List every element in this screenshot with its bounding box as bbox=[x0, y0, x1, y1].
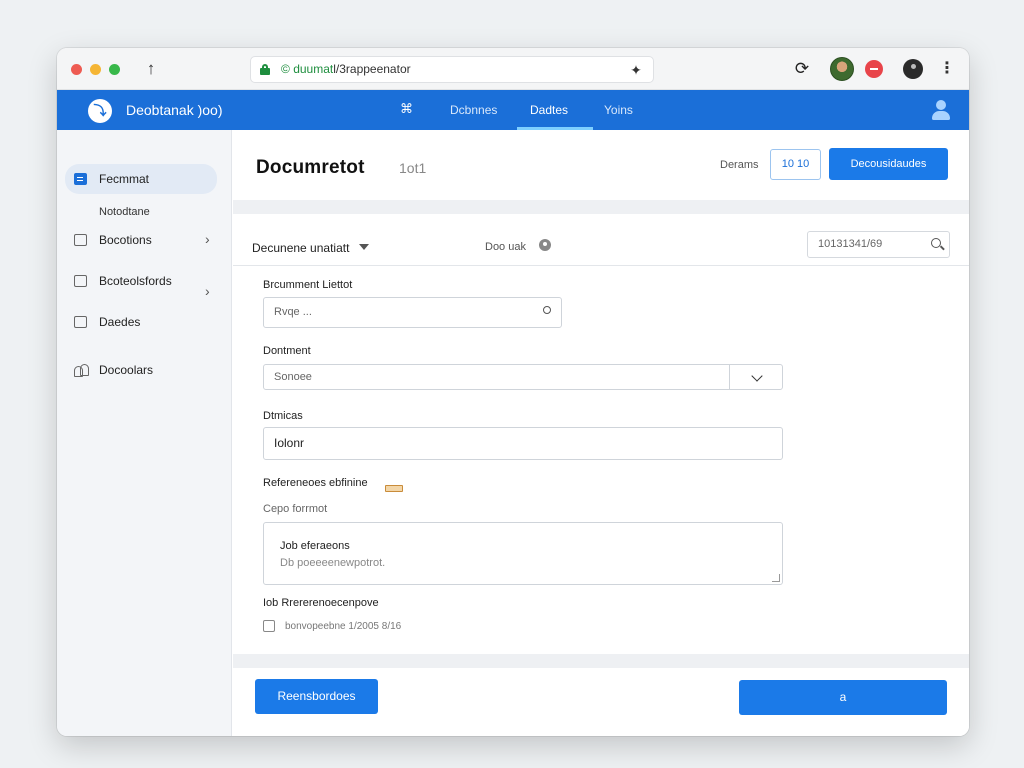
caret-down-icon[interactable] bbox=[359, 244, 369, 250]
profile-avatar[interactable] bbox=[830, 57, 854, 81]
image-icon bbox=[74, 275, 87, 287]
browser-menu-icon[interactable]: ⋮ bbox=[939, 58, 955, 80]
header-link[interactable]: Derams bbox=[720, 159, 759, 171]
sidebar-item-bcoteolsfords[interactable]: Bcoteolsfords bbox=[65, 266, 217, 296]
browser-toolbar: ↑ © duumatl/3rappeenator ✦ ⟳ ⋮ bbox=[57, 48, 969, 90]
sidebar-item-bocotions[interactable]: Bocotions bbox=[65, 225, 217, 255]
chevron-down-icon[interactable] bbox=[729, 365, 782, 389]
references-label: Refereneoes ebfinine bbox=[263, 477, 403, 492]
sidebar-item-fecmmat[interactable]: Fecmmat bbox=[65, 164, 217, 194]
primary-footer-button[interactable]: а bbox=[739, 680, 947, 715]
field1-input[interactable]: Rvqe ... bbox=[263, 297, 562, 328]
lock-icon bbox=[260, 64, 270, 75]
sidebar-item-label: Fecmmat bbox=[99, 172, 150, 186]
chevron-right-icon[interactable]: › bbox=[205, 231, 210, 247]
sidebar-item-daedes[interactable]: Daedes bbox=[65, 307, 217, 337]
page-count: 1ot1 bbox=[399, 160, 427, 176]
box-icon bbox=[74, 234, 87, 246]
url-host: duumat bbox=[293, 62, 334, 76]
separator-band bbox=[233, 200, 969, 214]
option-label: Iob Rrererenoecenpove bbox=[263, 597, 379, 609]
browser-window: ↑ © duumatl/3rappeenator ✦ ⟳ ⋮ ⤵ Deobtan… bbox=[57, 48, 969, 736]
back-arrow-icon[interactable]: ↑ bbox=[141, 59, 161, 79]
footer-band bbox=[233, 654, 969, 668]
address-bar[interactable]: © duumatl/3rappeenator ✦ bbox=[250, 56, 654, 83]
field1-value: Rvqe ... bbox=[274, 306, 312, 318]
field2-select[interactable]: Sonoee bbox=[263, 364, 783, 390]
document-form: Brcumment Liettot Rvqe ... Dontment Sono… bbox=[233, 267, 969, 652]
close-window-button[interactable] bbox=[71, 64, 82, 75]
sidebar-item-docoolars[interactable]: Docoolars bbox=[65, 355, 217, 385]
bookmark-star-icon[interactable]: ✦ bbox=[627, 61, 645, 79]
minimize-window-button[interactable] bbox=[90, 64, 101, 75]
primary-action-button[interactable]: Decousidaudes bbox=[829, 148, 948, 180]
page-title: Documretot bbox=[256, 157, 365, 178]
footer-actions: Reensbordoes а bbox=[233, 668, 969, 736]
search-icon[interactable] bbox=[931, 238, 941, 248]
sidebar-item-label: Docoolars bbox=[99, 363, 154, 377]
maximize-window-button[interactable] bbox=[109, 64, 120, 75]
sidebar-item-label: Bocotions bbox=[99, 233, 152, 247]
field3-value: Iolonr bbox=[274, 436, 305, 450]
chevron-right-icon[interactable]: › bbox=[205, 283, 210, 299]
app-header: ⤵ Deobtanak )oo) ⌘ Dcbnnes Dadtes Yoins bbox=[57, 90, 969, 130]
people-icon bbox=[74, 364, 89, 377]
app-title[interactable]: Deobtanak )oo) bbox=[126, 102, 223, 118]
field2-label: Dontment bbox=[263, 345, 311, 357]
field3-label: Dtmicas bbox=[263, 410, 303, 422]
checkbox-label: bonvopeebne 1/2005 8/16 bbox=[285, 621, 402, 632]
status-text: Doo uak bbox=[485, 241, 526, 253]
account-icon[interactable] bbox=[903, 59, 923, 79]
nav-item-2[interactable]: Dadtes bbox=[530, 103, 568, 117]
sidebar-item-label: Bcoteolsfords bbox=[99, 274, 172, 288]
outline-button[interactable]: 10 10 bbox=[770, 149, 821, 180]
user-icon[interactable] bbox=[930, 99, 952, 121]
app-logo-icon[interactable]: ⤵ bbox=[88, 99, 112, 123]
main-content: Documretot 1ot1 Derams 10 10 Decousidaud… bbox=[233, 130, 969, 736]
record-icon[interactable] bbox=[865, 60, 883, 78]
sidebar-sub-label[interactable]: Notodtane bbox=[99, 206, 150, 218]
page-header: Documretot 1ot1 Derams 10 10 Decousidaud… bbox=[233, 130, 969, 200]
extensions-icon[interactable]: ⟳ bbox=[791, 58, 813, 80]
field3-input[interactable]: Iolonr bbox=[263, 427, 783, 460]
document-select[interactable]: Decunene unatiatt bbox=[252, 241, 349, 255]
url-prefix: © bbox=[281, 62, 294, 76]
textarea-line-2: Db poeeeenewpotrot. bbox=[280, 557, 386, 569]
references-textarea[interactable]: Job eferaeons Db poeeeenewpotrot. bbox=[263, 522, 783, 585]
nav-item-3[interactable]: Yoins bbox=[604, 103, 633, 117]
textarea-line-1: Job eferaeons bbox=[280, 540, 350, 552]
document-icon bbox=[74, 173, 87, 185]
sidebar-item-label: Daedes bbox=[99, 315, 141, 329]
document-toolbar: Decunene unatiatt Doo uak 10131341/69 bbox=[233, 214, 969, 266]
box-icon bbox=[74, 316, 87, 328]
search-input[interactable]: 10131341/69 bbox=[807, 231, 950, 258]
references-sublabel: Cepo forrmot bbox=[263, 503, 328, 515]
sidebar: Fecmmat Notodtane Bocotions › Bcoteolsfo… bbox=[57, 130, 232, 736]
field1-label: Brcumment Liettot bbox=[263, 279, 353, 291]
resize-handle-icon[interactable] bbox=[772, 574, 780, 582]
nav-item-1[interactable]: Dcbnnes bbox=[450, 103, 497, 117]
clear-icon[interactable] bbox=[543, 306, 551, 314]
field2-value: Sonoee bbox=[274, 371, 312, 383]
note-icon bbox=[385, 485, 403, 492]
search-value: 10131341/69 bbox=[818, 238, 883, 250]
search-icon[interactable]: ⌘ bbox=[400, 101, 413, 117]
references-label-text: Refereneoes ebfinine bbox=[263, 477, 368, 489]
url-path: l/3rappeenator bbox=[333, 62, 411, 76]
status-icon bbox=[539, 239, 551, 251]
option-checkbox[interactable] bbox=[263, 620, 275, 632]
secondary-footer-button[interactable]: Reensbordoes bbox=[255, 679, 378, 714]
